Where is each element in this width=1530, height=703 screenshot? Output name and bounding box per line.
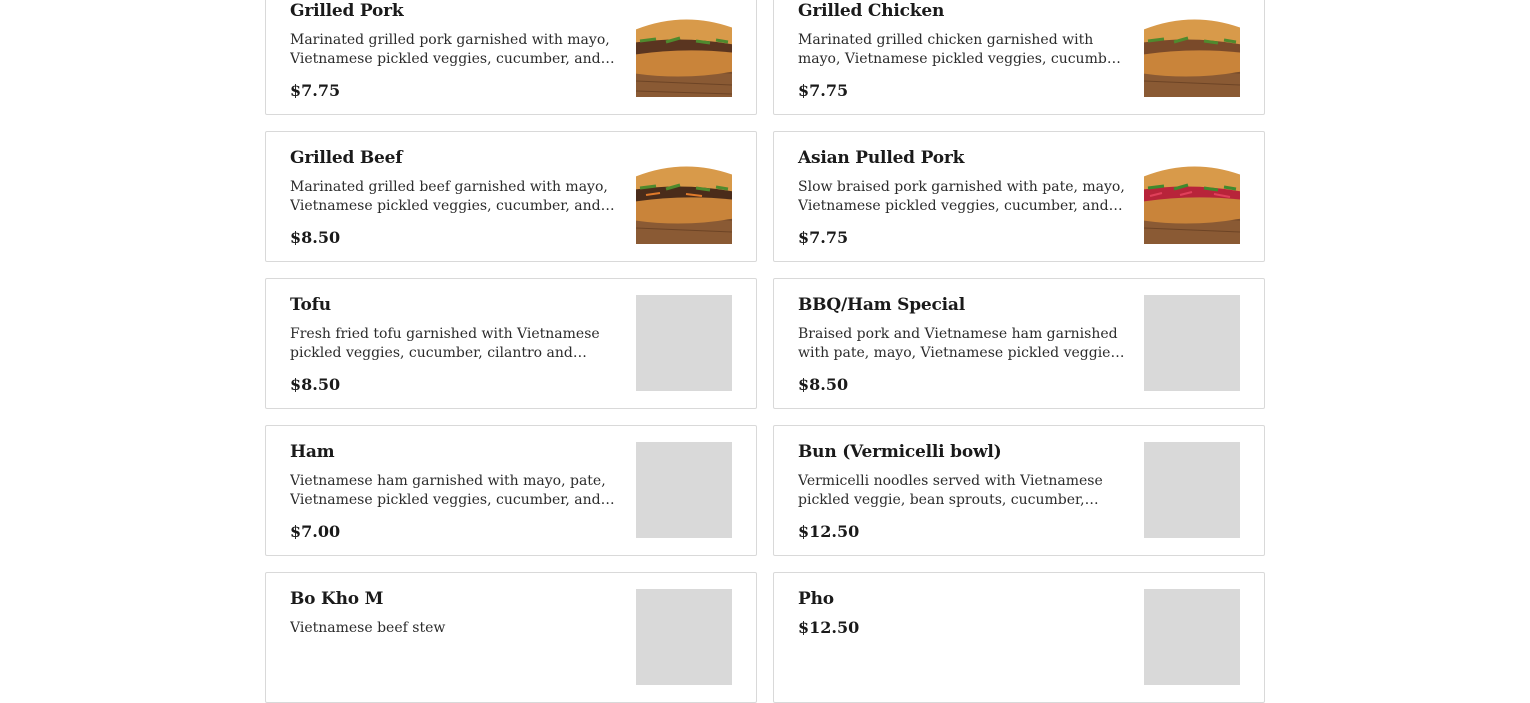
- menu-item-card[interactable]: Bun (Vermicelli bowl) Vermicelli noodles…: [773, 425, 1265, 556]
- menu-item-price: $12.50: [798, 522, 860, 541]
- menu-item-description: Marinated grilled beef garnished with ma…: [290, 179, 608, 214]
- menu-item-card[interactable]: Grilled Pork Marinated grilled pork garn…: [265, 0, 757, 115]
- menu-item-name: Pho: [798, 589, 834, 609]
- menu-item-card[interactable]: Grilled Chicken Marinated grilled chicke…: [773, 0, 1265, 115]
- menu-item-card[interactable]: BBQ/Ham Special Braised pork and Vietnam…: [773, 278, 1265, 409]
- menu-item-description: Fresh fried tofu garnished with Vietname…: [290, 326, 600, 361]
- menu-item-description: Marinated grilled chicken garnished with…: [798, 32, 1125, 67]
- menu-item-card[interactable]: Bo Kho M Vietnamese beef stew: [265, 572, 757, 703]
- menu-item-card[interactable]: Asian Pulled Pork Slow braised pork garn…: [773, 131, 1265, 262]
- menu-item-price: $8.50: [798, 375, 849, 394]
- menu-item-photo: [636, 148, 732, 244]
- menu-item-price: $7.00: [290, 522, 341, 541]
- menu-item-price: $8.50: [290, 228, 341, 247]
- image-placeholder: [636, 589, 732, 685]
- menu-item-photo: [1144, 1, 1240, 97]
- menu-item-description: Vermicelli noodles served with Vietnames…: [798, 473, 1103, 508]
- menu-item-description: Slow braised pork garnished with pate, m…: [798, 179, 1125, 214]
- menu-item-price: $7.75: [798, 81, 849, 100]
- image-placeholder: [1144, 295, 1240, 391]
- image-placeholder: [1144, 442, 1240, 538]
- menu-item-price: $7.75: [290, 81, 341, 100]
- image-placeholder: [1144, 589, 1240, 685]
- menu-item-price: $8.50: [290, 375, 341, 394]
- menu-item-name: Asian Pulled Pork: [798, 148, 965, 168]
- image-placeholder: [636, 442, 732, 538]
- menu-item-name: Grilled Chicken: [798, 1, 945, 21]
- menu-item-card[interactable]: Ham Vietnamese ham garnished with mayo, …: [265, 425, 757, 556]
- menu-item-price: $12.50: [798, 618, 860, 637]
- menu-item-name: Bo Kho M: [290, 589, 384, 609]
- menu-item-description: Marinated grilled pork garnished with ma…: [290, 32, 610, 67]
- image-placeholder: [636, 295, 732, 391]
- menu-item-description: Braised pork and Vietnamese ham garnishe…: [798, 326, 1123, 361]
- menu-item-photo: [636, 1, 732, 97]
- menu-item-name: Ham: [290, 442, 335, 462]
- menu-item-name: Tofu: [290, 295, 331, 315]
- menu-item-price: $7.75: [798, 228, 849, 247]
- menu-item-name: Grilled Beef: [290, 148, 403, 168]
- menu-item-card[interactable]: Grilled Beef Marinated grilled beef garn…: [265, 131, 757, 262]
- menu-item-description: Vietnamese beef stew: [290, 620, 446, 636]
- menu-item-name: BBQ/Ham Special: [798, 295, 966, 315]
- menu-item-card[interactable]: Tofu Fresh fried tofu garnished with Vie…: [265, 278, 757, 409]
- menu-grid: Grilled Pork Marinated grilled pork garn…: [265, 0, 1265, 703]
- menu-item-card[interactable]: Pho $12.50: [773, 572, 1265, 703]
- menu-item-name: Grilled Pork: [290, 1, 404, 21]
- menu-item-name: Bun (Vermicelli bowl): [798, 442, 1002, 462]
- menu-item-description: Vietnamese ham garnished with mayo, pate…: [290, 473, 606, 508]
- menu-item-photo: [1144, 148, 1240, 244]
